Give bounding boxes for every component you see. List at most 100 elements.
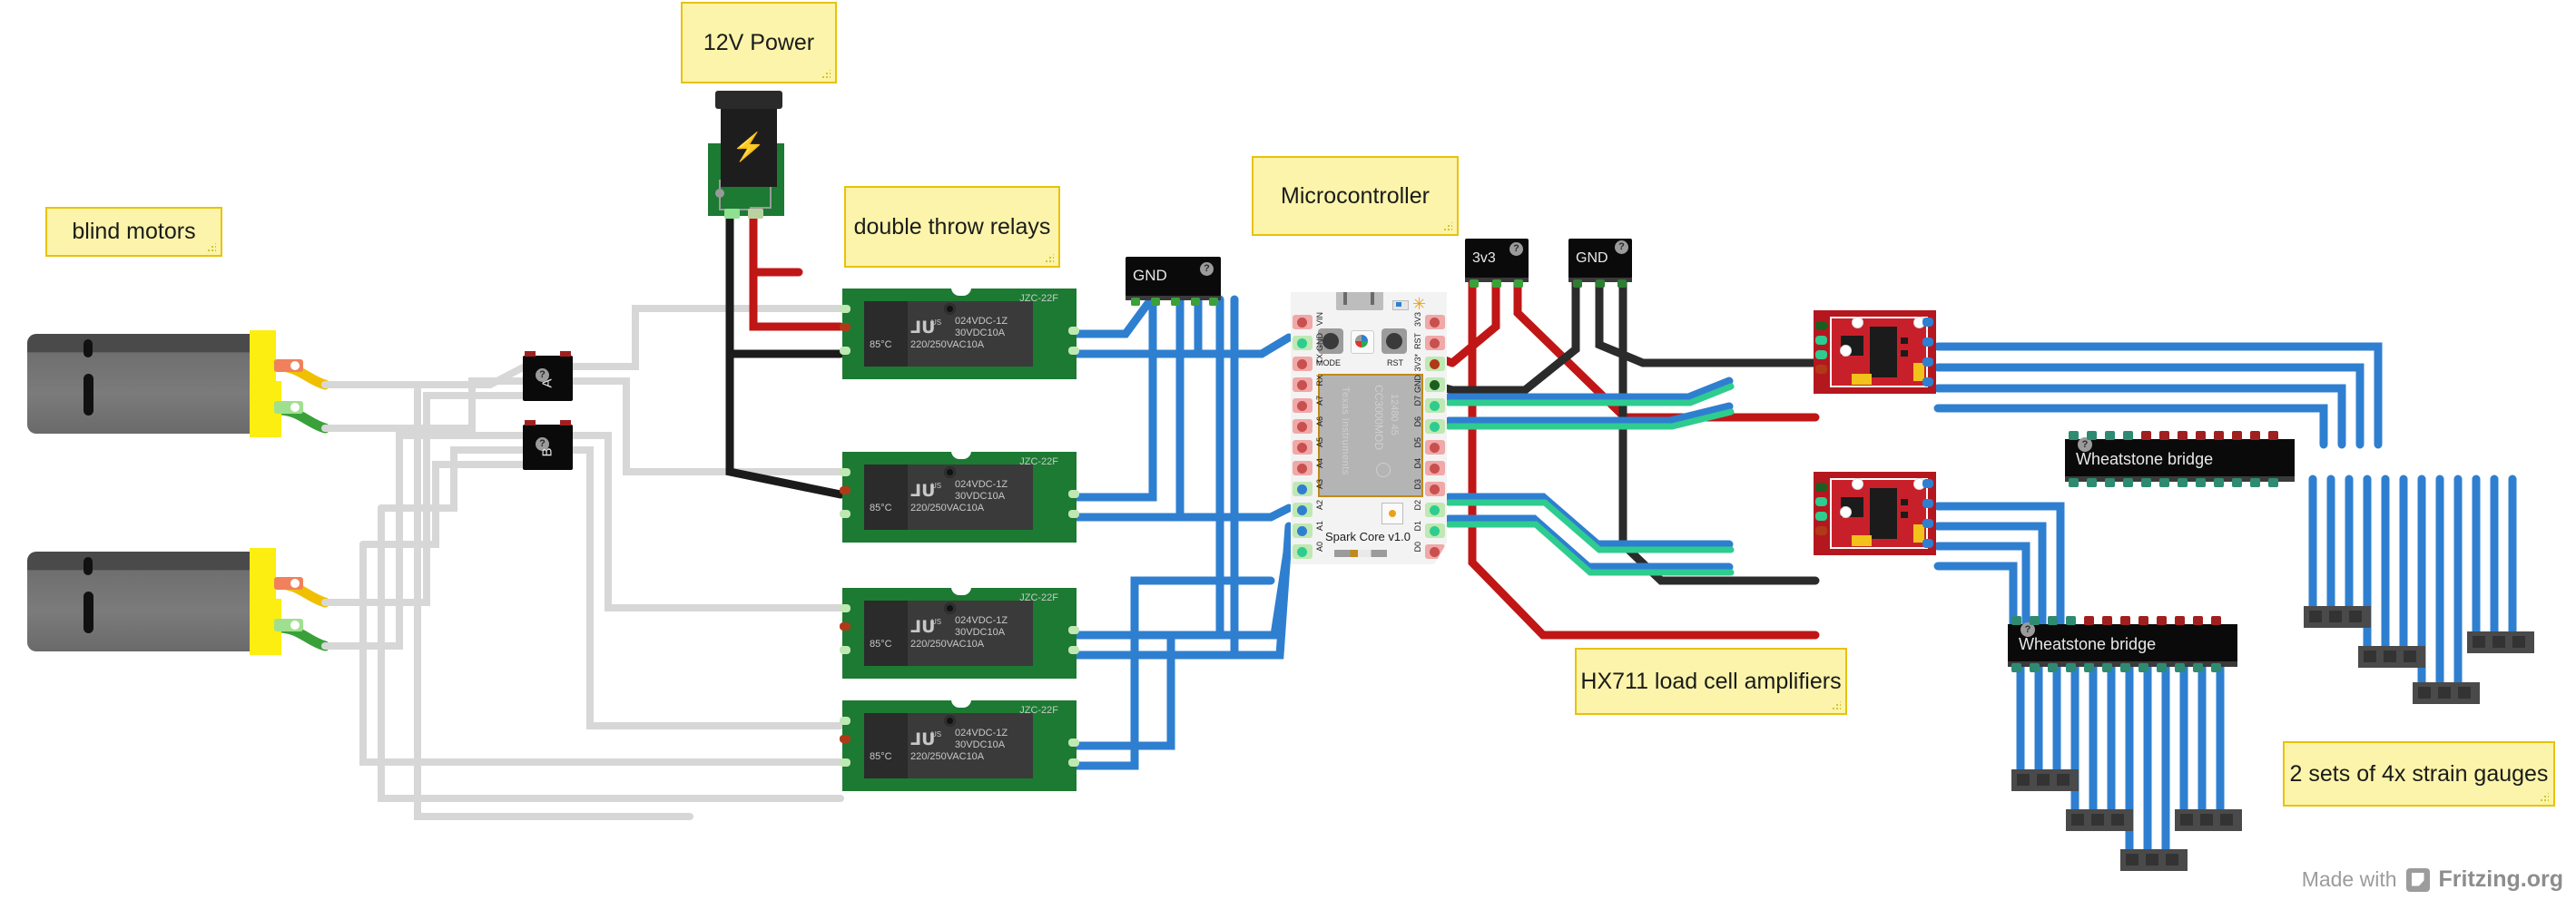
strain-gauge-pad[interactable]: [2071, 814, 2084, 826]
bridge-pin-bottom[interactable]: [2102, 663, 2112, 672]
microcontroller-spark-core[interactable]: ✳ MODE RST Texas Instruments CC3000MOD 1…: [1291, 292, 1447, 564]
bridge-pin-bottom[interactable]: [2048, 663, 2058, 672]
bus-pin[interactable]: [1514, 279, 1523, 288]
power-supply-12v[interactable]: ⚡: [708, 91, 790, 219]
bus-pin[interactable]: [1492, 279, 1501, 288]
bridge-pin-bottom[interactable]: [2084, 663, 2094, 672]
bridge-pin-bottom[interactable]: [2141, 478, 2151, 487]
mcu-pin-a0[interactable]: [1293, 544, 1313, 559]
motor-connector-a[interactable]: ? A: [523, 351, 573, 401]
bus-pin[interactable]: [1596, 279, 1605, 288]
strain-gauge-pad[interactable]: [2220, 814, 2233, 826]
resize-grip-icon[interactable]: [821, 70, 831, 79]
bridge-pin-bottom[interactable]: [2175, 663, 2185, 672]
strain-gauge-pad[interactable]: [2404, 651, 2416, 662]
double-throw-relay-4[interactable]: JZC-22F UL US 024VDC-1Z 30VDC10A 85°C 22…: [840, 699, 1079, 791]
bridge-pin-bottom[interactable]: [2232, 478, 2242, 487]
note-double-throw-relays[interactable]: double throw relays: [844, 186, 1060, 268]
bridge-pin-top[interactable]: [2178, 431, 2188, 440]
strain-gauge-pad[interactable]: [2438, 687, 2451, 699]
bridge-pin-top[interactable]: [2159, 431, 2169, 440]
resize-grip-icon[interactable]: [207, 243, 216, 252]
bridge-pin-top[interactable]: [2120, 616, 2130, 625]
double-throw-relay-3[interactable]: JZC-22F UL US 024VDC-1Z 30VDC10A 85°C 22…: [840, 587, 1079, 679]
strain-gauge-2[interactable]: [2358, 646, 2425, 668]
bridge-pin-top[interactable]: [2048, 616, 2058, 625]
bridge-pin-bottom[interactable]: [2178, 478, 2188, 487]
bridge-pin-bottom[interactable]: [2211, 663, 2221, 672]
resize-grip-icon[interactable]: [1443, 222, 1452, 231]
bridge-pin-top[interactable]: [2102, 616, 2112, 625]
help-icon[interactable]: ?: [1200, 262, 1214, 276]
bridge-pin-top[interactable]: [2175, 616, 2185, 625]
hx711-pin-a-plus[interactable]: [1922, 377, 1933, 386]
bridge-pin-bottom[interactable]: [2066, 663, 2076, 672]
bridge-pin-bottom[interactable]: [2069, 478, 2079, 487]
resize-grip-icon[interactable]: [1045, 254, 1054, 263]
gnd-bus-right[interactable]: GND ?: [1568, 239, 1632, 288]
strain-gauge-8[interactable]: [2175, 809, 2242, 831]
strain-gauge-pad[interactable]: [2146, 854, 2158, 866]
bridge-pin-bottom[interactable]: [2193, 663, 2203, 672]
strain-gauge-pad[interactable]: [2126, 854, 2138, 866]
mcu-pin-a5[interactable]: [1293, 440, 1313, 455]
bridge-pin-top[interactable]: [2268, 431, 2278, 440]
hx711-board-2[interactable]: [1814, 472, 1936, 555]
hx711-pin-a-minus[interactable]: [1922, 519, 1933, 528]
bus-pin[interactable]: [1151, 298, 1160, 306]
mcu-left-header[interactable]: VIN GND TX RX A7 A6 A5 A4 A3 A2 A1 A0: [1293, 312, 1324, 562]
hx711-pin-dt[interactable]: [1815, 497, 1827, 506]
hx711-pin-gnd[interactable]: [1815, 321, 1827, 330]
bridge-pin-top[interactable]: [2232, 431, 2242, 440]
bridge-pin-top[interactable]: [2250, 431, 2260, 440]
bridge-pin-bottom[interactable]: [2011, 663, 2021, 672]
bridge-pin-top[interactable]: [2123, 431, 2133, 440]
strain-gauge-pad[interactable]: [2200, 814, 2213, 826]
mcu-right-header[interactable]: 3V3 RST 3V3* GND D7 D6 D5 D4 D3 D2 D1 D0: [1413, 312, 1445, 562]
strain-gauge-pad[interactable]: [2364, 651, 2376, 662]
bridge-pin-bottom[interactable]: [2105, 478, 2115, 487]
hx711-pin-e-plus[interactable]: [1922, 479, 1933, 488]
strain-gauge-7[interactable]: [2120, 849, 2188, 871]
wheatstone-bridge-1[interactable]: ? Wheatstone bridge: [2065, 431, 2295, 487]
bridge-pin-bottom[interactable]: [2159, 478, 2169, 487]
hx711-pin-vcc[interactable]: [1815, 365, 1827, 374]
mcu-pin-a4[interactable]: [1293, 461, 1313, 475]
help-icon[interactable]: ?: [1615, 240, 1628, 254]
strain-gauge-pad[interactable]: [2309, 611, 2322, 622]
psu-pad-gnd[interactable]: [724, 209, 740, 219]
mcu-pin-d4[interactable]: [1425, 461, 1445, 475]
bridge-pin-top[interactable]: [2105, 431, 2115, 440]
bus-pin[interactable]: [1617, 279, 1627, 288]
strain-gauge-3[interactable]: [2413, 682, 2480, 704]
motor-terminal-negative[interactable]: [274, 401, 303, 414]
bridge-pin-bottom[interactable]: [2157, 663, 2167, 672]
bus-pin[interactable]: [1573, 279, 1582, 288]
bridge-pin-top[interactable]: [2069, 431, 2079, 440]
strain-gauge-pad[interactable]: [2418, 687, 2431, 699]
note-blind-motors[interactable]: blind motors: [45, 207, 222, 257]
mcu-pin-rx[interactable]: [1293, 377, 1313, 392]
mcu-pin-a2[interactable]: [1293, 503, 1313, 517]
hx711-pin-dt[interactable]: [1815, 336, 1827, 345]
motor-terminal-negative[interactable]: [274, 619, 303, 631]
strain-gauge-pad[interactable]: [2492, 636, 2505, 648]
note-hx711[interactable]: HX711 load cell amplifiers: [1575, 648, 1847, 715]
mcu-pin-a1[interactable]: [1293, 523, 1313, 538]
motor-terminal-positive[interactable]: [274, 359, 303, 372]
hx711-pin-e-minus[interactable]: [1922, 338, 1933, 347]
strain-gauge-6[interactable]: [2066, 809, 2133, 831]
wheatstone-bridge-2[interactable]: ? Wheatstone bridge: [2008, 616, 2237, 672]
strain-gauge-pad[interactable]: [2017, 774, 2030, 786]
bridge-pin-top[interactable]: [2214, 431, 2224, 440]
strain-gauge-pad[interactable]: [2180, 814, 2193, 826]
antenna-connector[interactable]: [1381, 503, 1403, 524]
bus-pin[interactable]: [1131, 298, 1140, 306]
mcu-pin-d6[interactable]: [1425, 419, 1445, 434]
motor-connector-b[interactable]: ? B: [523, 420, 573, 470]
strain-gauge-pad[interactable]: [2166, 854, 2178, 866]
note-strain-gauges[interactable]: 2 sets of 4x strain gauges: [2283, 741, 2555, 807]
bridge-pin-bottom[interactable]: [2087, 478, 2097, 487]
mcu-pin-a6[interactable]: [1293, 419, 1313, 434]
hx711-pin-e-plus[interactable]: [1922, 318, 1933, 327]
